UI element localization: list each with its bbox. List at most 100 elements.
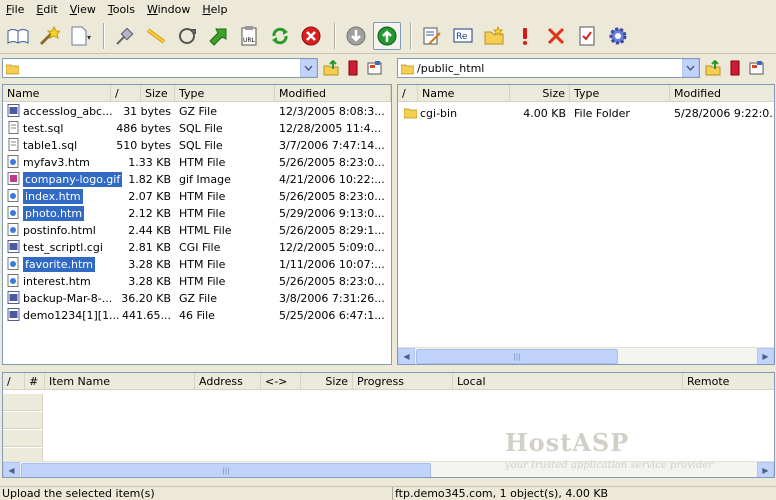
text-file-icon (8, 138, 19, 151)
download-icon[interactable] (342, 22, 370, 50)
table-row[interactable]: company-logo.gif 1.82 KB gif Image 4/21/200… (3, 171, 391, 188)
column-sort[interactable]: / (3, 373, 25, 390)
column-type[interactable]: Type (570, 85, 670, 102)
column-progress[interactable]: Progress (353, 373, 453, 390)
menu-window[interactable]: Window (141, 3, 196, 16)
reconnect-icon[interactable] (173, 22, 201, 50)
parent-folder-icon[interactable] (323, 60, 339, 76)
column-direction[interactable]: <-> (261, 373, 301, 390)
properties-icon[interactable] (573, 22, 601, 50)
chevron-down-icon[interactable] (300, 59, 317, 77)
exclamation-icon[interactable] (511, 22, 539, 50)
column-name[interactable]: Name (418, 85, 510, 102)
url-clipboard-icon[interactable]: URL (235, 22, 263, 50)
upload-icon[interactable] (373, 21, 401, 50)
magic-wand-icon[interactable] (35, 22, 63, 50)
column-size[interactable]: Size (141, 85, 175, 102)
queue-row-header (3, 394, 43, 411)
folder-name: cgi-bin (420, 107, 458, 120)
status-connection: ftp.demo345.com, 1 object(s), 4.00 KB (392, 487, 608, 500)
menu-help[interactable]: Help (196, 3, 233, 16)
stop-icon[interactable] (297, 22, 325, 50)
table-row[interactable]: cgi-bin 4.00 KB File Folder 5/28/2006 9:22:… (398, 105, 774, 122)
column-name[interactable]: Name (3, 85, 111, 102)
scroll-right-icon[interactable]: ▶ (757, 462, 774, 477)
column-number[interactable]: # (25, 373, 45, 390)
menu-view[interactable]: View (64, 3, 102, 16)
file-type: SQL File (179, 139, 223, 152)
table-row[interactable]: accesslog_abc... 31 bytes GZ File 12/3/2005… (3, 103, 391, 120)
scroll-thumb[interactable]: ||| (21, 463, 431, 477)
file-modified: 5/28/2006 9:22:0... (674, 107, 774, 120)
table-row[interactable]: favorite.htm 3.28 KB HTM File 1/11/2006 10:… (3, 256, 391, 273)
column-sort[interactable]: / (398, 85, 418, 102)
table-row[interactable]: table1.sql 510 bytes SQL File 3/7/2006 7:47… (3, 137, 391, 154)
menu-tools[interactable]: Tools (102, 3, 141, 16)
settings-gear-icon[interactable] (604, 22, 632, 50)
bookmark-icon[interactable] (729, 60, 741, 76)
table-row[interactable]: backup-Mar-8-... 36.20 KB GZ File 3/8/2006 … (3, 290, 391, 307)
menu-edit[interactable]: Edit (30, 3, 63, 16)
file-name: test.sql (23, 122, 64, 135)
new-folder-icon[interactable] (480, 22, 508, 50)
column-modified[interactable]: Modified (670, 85, 774, 102)
remote-horizontal-scrollbar[interactable]: ◀ ||| ▶ (398, 347, 774, 364)
pane-menu-icon[interactable] (367, 60, 383, 76)
scroll-left-icon[interactable]: ◀ (3, 462, 20, 477)
file-size: 2.12 KB (128, 207, 171, 220)
parent-folder-icon[interactable] (705, 60, 721, 76)
archive-file-icon (7, 104, 20, 117)
menu-file[interactable]: File (0, 3, 30, 16)
file-name: backup-Mar-8-... (23, 292, 113, 305)
file-type: 46 File (179, 309, 215, 322)
file-name: test_scriptl.cgi (23, 241, 103, 254)
column-size[interactable]: Size (301, 373, 353, 390)
scroll-thumb[interactable]: ||| (416, 349, 618, 364)
column-local[interactable]: Local (453, 373, 683, 390)
column-item-name[interactable]: Item Name (45, 373, 195, 390)
status-bar: Upload the selected item(s) ftp.demo345.… (0, 486, 776, 500)
file-modified: 12/2/2005 5:09:0... (279, 241, 385, 254)
table-row[interactable]: postinfo.html 2.44 KB HTML File 5/26/2005 8… (3, 222, 391, 239)
table-row[interactable]: test.sql 486 bytes SQL File 12/28/2005 11:4… (3, 120, 391, 137)
column-sort[interactable]: / (111, 85, 141, 102)
scroll-right-icon[interactable]: ▶ (757, 348, 774, 364)
queue-row-header (3, 412, 43, 429)
chevron-down-icon[interactable] (682, 59, 699, 77)
table-row[interactable]: test_scriptl.cgi 2.81 KB CGI File 12/2/2005… (3, 239, 391, 256)
bookmark-icon[interactable] (347, 60, 359, 76)
pane-menu-icon[interactable] (749, 60, 765, 76)
right-path-bar: /public_html (397, 57, 775, 79)
scroll-left-icon[interactable]: ◀ (398, 348, 415, 364)
table-row[interactable]: demo1234[1][1... 441.65... 46 File 5/25/200… (3, 307, 391, 324)
column-address[interactable]: Address (195, 373, 261, 390)
file-modified: 5/26/2005 8:23:0... (279, 156, 385, 169)
left-path-combobox[interactable] (2, 58, 318, 78)
column-size[interactable]: Size (510, 85, 570, 102)
column-remote[interactable]: Remote (683, 373, 774, 390)
table-row[interactable]: myfav3.htm 1.33 KB HTM File 5/26/2005 8:23:… (3, 154, 391, 171)
remote-file-list[interactable]: / Name Size Type Modified cgi-bin 4.00 KB… (397, 84, 775, 365)
delete-icon[interactable] (542, 22, 570, 50)
text-file-icon (8, 121, 19, 134)
disconnect-icon[interactable] (142, 22, 170, 50)
column-modified[interactable]: Modified (275, 85, 391, 102)
archive-file-icon (7, 291, 20, 304)
table-row[interactable]: photo.htm 2.12 KB HTM File 5/29/2006 9:13:0… (3, 205, 391, 222)
local-file-list[interactable]: Name / Size Type Modified accesslog_abc.… (2, 84, 392, 365)
table-row[interactable]: interest.htm 3.28 KB HTM File 5/26/2005 8:2… (3, 273, 391, 290)
menu-bar: File Edit View Tools Window Help (0, 0, 776, 18)
open-book-icon[interactable] (4, 22, 32, 50)
file-size: 36.20 KB (121, 292, 171, 305)
right-path-combobox[interactable]: /public_html (397, 58, 700, 78)
edit-file-icon[interactable] (418, 22, 446, 50)
new-document-icon[interactable]: ▾ (66, 22, 94, 50)
table-row[interactable]: index.htm 2.07 KB HTM File 5/26/2005 8:23:0… (3, 188, 391, 205)
rename-icon[interactable]: Re (449, 22, 477, 50)
column-type[interactable]: Type (175, 85, 275, 102)
file-size: 31 bytes (123, 105, 171, 118)
go-to-folder-icon[interactable] (204, 22, 232, 50)
refresh-icon[interactable] (266, 22, 294, 50)
file-modified: 12/28/2005 11:4... (279, 122, 382, 135)
connect-plug-icon[interactable] (111, 22, 139, 50)
